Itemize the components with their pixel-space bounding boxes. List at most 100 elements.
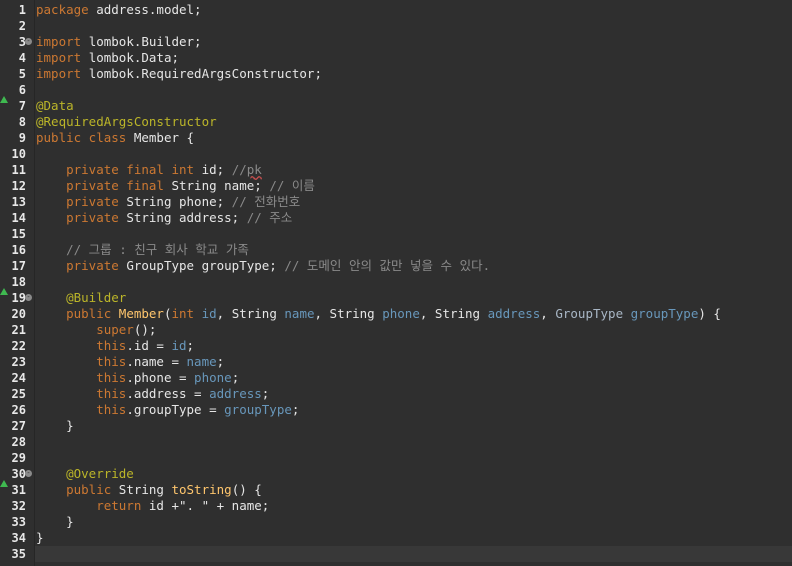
code-line[interactable]: private String phone; // 전화번호 [35, 194, 792, 210]
code-area[interactable]: package address.model; import lombok.Buil… [35, 0, 792, 566]
code-line[interactable]: super(); [35, 322, 792, 338]
code-token: } [36, 530, 44, 545]
line-number: 16 [11, 243, 26, 257]
code-line[interactable] [35, 82, 792, 98]
code-token: .phone = [126, 370, 195, 385]
current-code-line[interactable] [35, 546, 792, 562]
code-line[interactable]: private String address; // 주소 [35, 210, 792, 226]
code-line[interactable]: public String toString() { [35, 482, 792, 498]
code-editor[interactable]: 1 2 3-4 5 6 7 8 9 10 11 12 13 14 15 16 17 18 19-20 21 22 23 2… [0, 0, 792, 566]
code-line[interactable] [35, 226, 792, 242]
code-token: @Builder [36, 290, 127, 305]
code-token: name [284, 306, 315, 321]
code-token: lombok.Data; [88, 50, 179, 65]
code-line[interactable] [35, 18, 792, 34]
code-line[interactable]: } [35, 514, 792, 530]
code-line[interactable]: import lombok.Builder; [35, 34, 792, 50]
code-line[interactable]: this.name = name; [35, 354, 792, 370]
code-line[interactable]: package address.model; [35, 2, 792, 18]
code-line[interactable]: } [35, 530, 792, 546]
code-token: phone [382, 306, 420, 321]
line-number: 11 [11, 163, 26, 177]
code-line[interactable]: import lombok.RequiredArgsConstructor; [35, 66, 792, 82]
line-number: 1 [18, 3, 26, 17]
code-line[interactable]: // 그룹 : 친구 회사 학교 가족 [35, 242, 792, 258]
fold-collapse-icon[interactable]: - [25, 294, 32, 301]
line-number: 28 [11, 435, 26, 449]
code-token: id [201, 306, 217, 321]
code-token: // [231, 162, 247, 177]
override-marker-icon[interactable] [0, 96, 8, 103]
fold-collapse-icon[interactable]: - [25, 470, 32, 477]
code-line[interactable]: private GroupType groupType; // 도메인 안의 값… [35, 258, 792, 274]
code-token: private [36, 194, 127, 209]
code-token: package [36, 2, 97, 17]
code-token: .id = [126, 338, 172, 353]
code-line[interactable]: private final String name; // 이름 [35, 178, 792, 194]
line-number: 4 [18, 51, 26, 65]
code-token: import [36, 66, 89, 81]
code-line[interactable]: @Builder [35, 290, 792, 306]
code-token: Member { [133, 130, 195, 145]
code-token: .name = [126, 354, 187, 369]
line-number: 15 [11, 227, 26, 241]
code-token: id [171, 338, 187, 353]
code-token: lombok.Builder; [88, 34, 202, 49]
line-number: 8 [18, 115, 26, 129]
line-number: 14 [11, 211, 26, 225]
line-number: 12 [11, 179, 26, 193]
code-token: // 그룹 : 친구 회사 학교 가족 [36, 242, 249, 257]
line-number: 21 [11, 323, 26, 337]
code-line[interactable]: this.address = address; [35, 386, 792, 402]
line-number: 9 [18, 131, 26, 145]
code-token: this [36, 402, 127, 417]
code-line[interactable]: this.phone = phone; [35, 370, 792, 386]
override-marker-icon[interactable] [0, 288, 8, 295]
code-line[interactable]: @Data [35, 98, 792, 114]
code-line[interactable]: return id +". " + name; [35, 498, 792, 514]
code-token: } [36, 418, 74, 433]
line-number: 5 [18, 67, 26, 81]
code-token: ) { [698, 306, 721, 321]
code-line[interactable]: import lombok.Data; [35, 50, 792, 66]
code-line[interactable] [35, 274, 792, 290]
line-number: 3 [18, 35, 26, 49]
code-line[interactable]: public Member(int id, String name, Strin… [35, 306, 792, 322]
code-token: String phone; [126, 194, 232, 209]
code-line[interactable]: @Override [35, 466, 792, 482]
code-token: // 이름 [269, 178, 315, 193]
line-number: 20 [11, 307, 26, 321]
code-token: } [36, 514, 74, 529]
code-token: @RequiredArgsConstructor [36, 114, 217, 129]
code-token: , String [419, 306, 488, 321]
line-number: 17 [11, 259, 26, 273]
code-token: address.model; [96, 2, 202, 17]
code-token: private [36, 258, 127, 273]
code-line[interactable] [35, 450, 792, 466]
code-token: private final [36, 178, 172, 193]
code-token: .address = [126, 386, 210, 401]
line-number: 35 [11, 547, 26, 561]
code-line[interactable]: this.groupType = groupType; [35, 402, 792, 418]
code-token: .groupType = [126, 402, 225, 417]
code-token: @Override [36, 466, 134, 481]
line-number: 22 [11, 339, 26, 353]
code-token: id; [201, 162, 232, 177]
code-line[interactable] [35, 434, 792, 450]
code-line[interactable] [35, 146, 792, 162]
code-token: private final int [36, 162, 202, 177]
line-number: 10 [11, 147, 26, 161]
code-line[interactable]: this.id = id; [35, 338, 792, 354]
fold-collapse-icon[interactable]: - [25, 38, 32, 45]
code-line[interactable]: public class Member { [35, 130, 792, 146]
code-token: groupType [224, 402, 292, 417]
code-line[interactable]: private final int id; //pk [35, 162, 792, 178]
code-token: // 주소 [246, 210, 293, 225]
code-token: ; [261, 386, 270, 401]
code-line[interactable]: @RequiredArgsConstructor [35, 114, 792, 130]
code-token: public [36, 482, 119, 497]
code-line[interactable]: } [35, 418, 792, 434]
code-token: // 도메인 안의 값만 넣을 수 있다. [284, 258, 491, 273]
code-token: , String [216, 306, 285, 321]
override-marker-icon[interactable] [0, 480, 8, 487]
